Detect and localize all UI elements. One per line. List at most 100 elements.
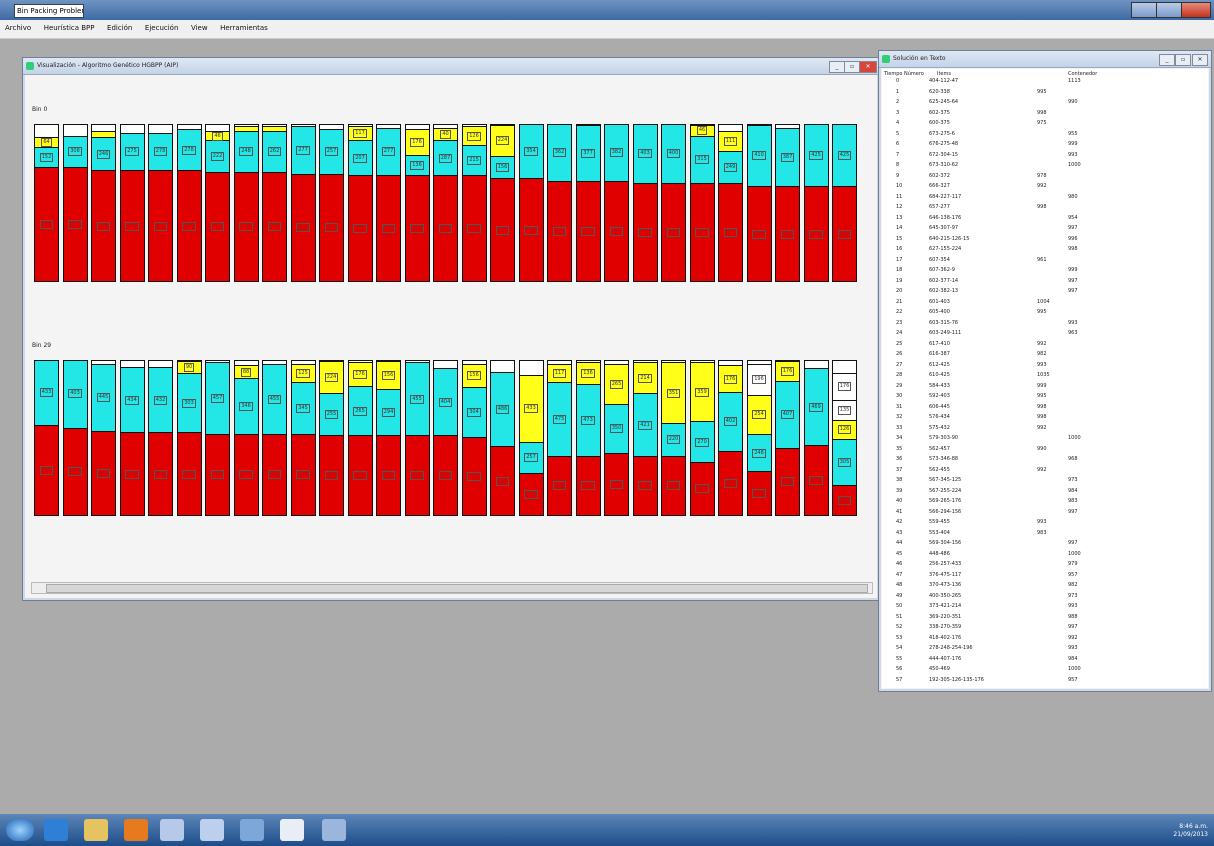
start-button[interactable] [6,819,34,841]
bin: 605 400 [661,124,686,282]
close-button[interactable] [1181,2,1211,18]
item-segment: 425 [804,125,828,187]
item-label: 657 [125,221,139,231]
menu-herramientas[interactable]: Herramientas [215,20,273,32]
item-segment: 176 [719,365,742,392]
solution-cell: 603-249-111 [929,330,962,336]
solution-cell: 646-138-176 [929,214,962,221]
item-label: 602 [752,229,766,239]
item-segment: 277 [377,127,400,176]
item-segment: 215 [462,145,486,176]
horizontal-scrollbar[interactable] [31,582,873,594]
item-segment [263,126,286,131]
bin: 610 425 [832,124,857,282]
item-label: 156 [381,370,396,380]
solution-cell: 673-310-62 [929,162,959,168]
item-label: 257 [524,453,538,463]
item-segment: 606 [92,430,115,515]
item-label: 562 [210,470,225,480]
item-segment: 469 [804,368,828,445]
item-segment: 117 [548,363,571,383]
maximize-button[interactable] [1156,2,1182,18]
menu-edicion[interactable]: Edición [102,20,137,32]
solution-cell: 992 [1068,634,1078,641]
item-segment: 455 [263,363,286,434]
item-label: 639 [381,224,396,234]
solution-cell: 601-403 [929,298,950,305]
item-label: 46 [696,126,708,136]
window-restore-button[interactable]: ▫ [1175,54,1191,66]
solution-cell: 566-294-156 [929,508,962,515]
solution-cell: 993 [1037,361,1047,368]
item-label: 584 [39,465,54,475]
item-label: 654 [39,220,54,230]
item-segment: 448 [491,446,514,515]
item-label: 645 [296,223,310,233]
window-restore-button[interactable]: ▫ [844,61,860,73]
solution-text-area[interactable]: Tiempo Número Items Contenedor 0 404-112-… [882,69,1208,688]
item-segment: 265 [605,363,628,405]
solution-cell: 11 [896,193,903,200]
item-label: 627 [495,225,510,235]
item-segment: 125 [291,363,315,383]
bin: 573 346 88 [233,360,259,516]
item-segment: 111 [719,130,742,152]
menu-archivo[interactable]: Archivo [0,20,36,32]
solution-cell: 978 [1037,172,1047,179]
bin: 575 432 [148,360,173,516]
ie-icon[interactable] [44,819,68,841]
item-label: 576 [125,469,139,479]
app-icon[interactable] [160,819,184,841]
minimize-button[interactable] [1131,2,1157,18]
solution-cell: 998 [1037,403,1047,410]
solution-cell: 48 [896,582,903,588]
window-minimize-button[interactable]: _ [1159,54,1175,66]
item-segment: 382 [605,125,628,182]
window-app-icon[interactable] [280,819,304,841]
item-label: 605 [666,228,681,238]
solution-cell: 673-275-6 [929,130,955,137]
item-segment: 657 [120,170,144,281]
item-label: 434 [125,395,139,405]
item-segment: 566 [377,435,400,515]
bin: 376 475 117 [547,360,572,516]
window-close-button[interactable]: ✕ [1192,54,1208,66]
item-segment: 567 [320,435,343,515]
item-label: 432 [153,395,168,405]
item-label: 176 [837,382,852,392]
solution-cell: 973 [1068,592,1078,599]
solution-cell: 36 [896,456,903,462]
item-segment: 433 [519,374,543,442]
bin: 603 249 111 [718,124,743,282]
item-label: 616 [552,227,567,237]
item-segment: 248 [747,433,771,472]
item-segment: 369 [662,455,685,515]
infinity-icon[interactable] [200,819,224,841]
solution-cell: 610-425 [929,372,950,378]
scroll-thumb[interactable] [46,584,868,593]
item-segment: 305 [833,438,856,486]
firefox-icon[interactable] [124,819,148,841]
solution-cell: 35 [896,445,903,452]
taskbar-app-icon[interactable] [322,819,346,841]
item-label: 256 [524,489,538,499]
item-label: 616 [780,229,795,239]
windows-flag-icon[interactable] [240,819,264,841]
item-label: 373 [638,481,652,491]
item-label: 445 [96,393,111,403]
menu-heuristica[interactable]: Heurística BPP [39,20,100,32]
window-minimize-button[interactable]: _ [829,61,845,73]
item-label: 220 [666,435,681,445]
bin: 584 433 [34,360,59,516]
explorer-icon[interactable] [84,819,108,841]
item-segment: 176 [833,373,856,400]
window-close-button[interactable]: ✕ [859,61,877,73]
item-segment [234,126,258,131]
item-segment: 152 [35,146,58,168]
item-segment: 265 [348,385,372,436]
solution-cell: 37 [896,466,903,473]
solution-cell: 983 [1068,498,1078,504]
menu-view[interactable]: View [186,20,213,32]
solution-cell: 55 [896,655,903,662]
menu-ejecucion[interactable]: Ejecución [140,20,183,32]
